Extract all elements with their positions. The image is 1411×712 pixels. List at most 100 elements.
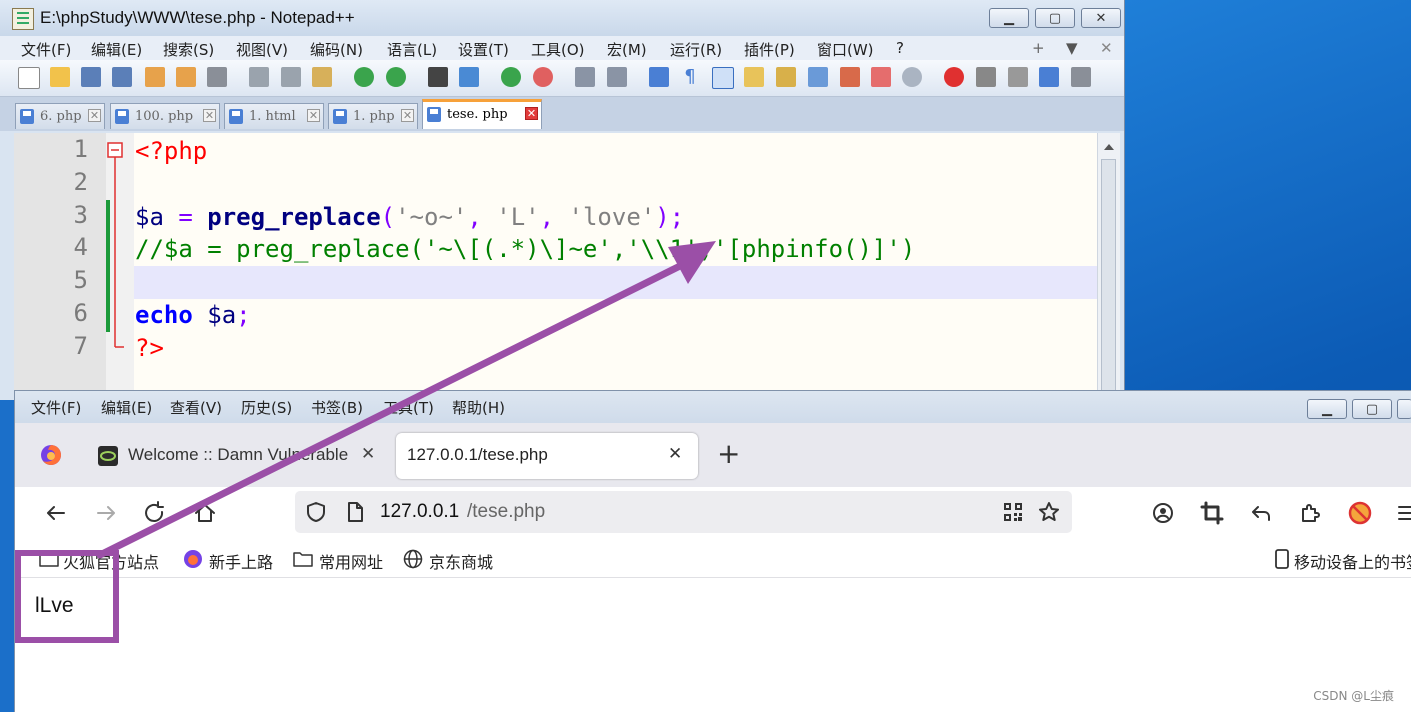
bookmark-getting-started[interactable]: 新手上路: [209, 549, 273, 573]
close-file-icon[interactable]: [145, 67, 165, 87]
save-icon[interactable]: [81, 67, 101, 87]
play-macro-icon[interactable]: [1008, 67, 1028, 87]
ff-tab-dvwa[interactable]: Welcome :: Damn Vulnerable ✕: [87, 433, 387, 479]
qr-code-icon[interactable]: [1002, 501, 1024, 523]
indent-guide-icon[interactable]: [712, 67, 734, 89]
ff-menu-edit[interactable]: 编辑(E): [101, 397, 152, 418]
find-icon[interactable]: [428, 67, 448, 87]
account-icon[interactable]: [1151, 501, 1175, 525]
tab-1-html[interactable]: 1. html ✕: [224, 103, 324, 129]
screenshot-crop-icon[interactable]: [1200, 501, 1224, 525]
open-file-icon[interactable]: [50, 67, 70, 87]
ff-menu-tools[interactable]: 工具(T): [383, 397, 434, 418]
shield-icon[interactable]: [304, 500, 328, 524]
tab-close-icon[interactable]: ✕: [203, 109, 216, 122]
ff-close-button[interactable]: [1397, 399, 1411, 419]
reload-icon[interactable]: [142, 500, 168, 526]
save-all-icon[interactable]: [112, 67, 132, 87]
ff-menu-bookmarks[interactable]: 书签(B): [311, 397, 363, 418]
back-arrow-icon[interactable]: [43, 500, 69, 526]
menu-help[interactable]: ?: [896, 39, 904, 57]
menu-settings[interactable]: 设置(T): [458, 39, 509, 60]
menu-view[interactable]: 视图(V): [236, 39, 288, 60]
scroll-up-icon[interactable]: [1099, 137, 1119, 157]
folder-workspace-icon[interactable]: [871, 67, 891, 87]
menu-plugins[interactable]: 插件(P): [744, 39, 795, 60]
menu-window[interactable]: 窗口(W): [817, 39, 874, 60]
cut-icon[interactable]: [249, 67, 269, 87]
extensions-puzzle-icon[interactable]: [1298, 501, 1322, 525]
ff-menu-help[interactable]: 帮助(H): [452, 397, 505, 418]
mobile-bookmarks-folder[interactable]: 移动设备上的书签: [1294, 549, 1411, 573]
record-macro-icon[interactable]: [944, 67, 964, 87]
ff-tab-close-icon[interactable]: ✕: [668, 444, 682, 464]
editor-vertical-scrollbar[interactable]: [1097, 133, 1120, 400]
copy-icon[interactable]: [281, 67, 301, 87]
menu-macro[interactable]: 宏(M): [607, 39, 647, 60]
show-all-chars-icon[interactable]: ¶: [680, 67, 700, 87]
replace-icon[interactable]: [459, 67, 479, 87]
bookmark-star-icon[interactable]: [1037, 500, 1061, 524]
print-icon[interactable]: [207, 67, 227, 87]
tab-close-icon[interactable]: ✕: [401, 109, 414, 122]
ff-menu-history[interactable]: 历史(S): [241, 397, 292, 418]
undo-icon[interactable]: [354, 67, 374, 87]
firefox-logo-icon[interactable]: [39, 443, 63, 467]
ff-minimize-button[interactable]: ▁: [1307, 399, 1347, 419]
ff-tab-close-icon[interactable]: ✕: [361, 444, 375, 464]
home-icon[interactable]: [192, 500, 218, 526]
close-button[interactable]: ✕: [1081, 8, 1121, 28]
ff-tab-tese-php[interactable]: 127.0.0.1/tese.php ✕: [396, 433, 698, 479]
undo-reply-icon[interactable]: [1249, 501, 1273, 525]
menu-tools[interactable]: 工具(O): [531, 39, 585, 60]
zoom-in-icon[interactable]: [501, 67, 521, 87]
new-tab-button[interactable]: +: [717, 437, 740, 470]
sync-horizontal-icon[interactable]: [607, 67, 627, 87]
ff-menu-view[interactable]: 查看(V): [170, 397, 222, 418]
ff-maximize-button[interactable]: ▢: [1352, 399, 1392, 419]
tab-close-icon[interactable]: ✕: [88, 109, 101, 122]
blocker-icon[interactable]: [1347, 500, 1373, 526]
tab-close-icon[interactable]: ✕: [525, 107, 538, 120]
run-macro-multiple-icon[interactable]: [1039, 67, 1059, 87]
bookmark-firefox-official[interactable]: 火狐官方站点: [63, 549, 159, 573]
monitoring-icon[interactable]: [902, 67, 922, 87]
tab-tese-php[interactable]: tese. php ✕: [422, 99, 542, 129]
code-editor[interactable]: 1 2 3 4 5 6 7 <?php $a = preg_replace('~…: [14, 133, 1097, 400]
doc-map-icon[interactable]: [776, 67, 796, 87]
menu-encoding[interactable]: 编码(N): [310, 39, 363, 60]
menu-close-doc-button[interactable]: ✕: [1100, 39, 1113, 57]
bookmark-common-sites[interactable]: 常用网址: [319, 549, 383, 573]
menu-run[interactable]: 运行(R): [670, 39, 722, 60]
menu-language[interactable]: 语言(L): [387, 39, 437, 60]
menu-search[interactable]: 搜索(S): [163, 39, 214, 60]
menu-dropdown-button[interactable]: ▼: [1066, 39, 1078, 57]
close-all-icon[interactable]: [176, 67, 196, 87]
tab-1-php[interactable]: 1. php ✕: [328, 103, 418, 129]
sync-vertical-icon[interactable]: [575, 67, 595, 87]
save-macro-icon[interactable]: [1071, 67, 1091, 87]
tab-close-icon[interactable]: ✕: [307, 109, 320, 122]
zoom-out-icon[interactable]: [533, 67, 553, 87]
redo-icon[interactable]: [386, 67, 406, 87]
hamburger-menu-icon[interactable]: [1398, 501, 1411, 525]
paste-icon[interactable]: [312, 67, 332, 87]
scroll-thumb[interactable]: [1101, 159, 1116, 399]
minimize-button[interactable]: ▁: [989, 8, 1029, 28]
maximize-button[interactable]: ▢: [1035, 8, 1075, 28]
menu-add-button[interactable]: +: [1032, 39, 1045, 57]
udl-icon[interactable]: [744, 67, 764, 87]
tab-6-php[interactable]: 6. php ✕: [15, 103, 105, 129]
menu-edit[interactable]: 编辑(E): [91, 39, 142, 60]
menu-file[interactable]: 文件(F): [21, 39, 71, 60]
new-file-icon[interactable]: [18, 67, 40, 89]
doc-list-icon[interactable]: [808, 67, 828, 87]
fold-marker-icon[interactable]: [106, 133, 134, 400]
function-list-icon[interactable]: [840, 67, 860, 87]
forward-arrow-icon[interactable]: [93, 500, 119, 526]
word-wrap-icon[interactable]: [649, 67, 669, 87]
tab-100-php[interactable]: 100. php ✕: [110, 103, 220, 129]
stop-macro-icon[interactable]: [976, 67, 996, 87]
url-bar[interactable]: 127.0.0.1/tese.php: [295, 491, 1072, 533]
ff-menu-file[interactable]: 文件(F): [31, 397, 81, 418]
